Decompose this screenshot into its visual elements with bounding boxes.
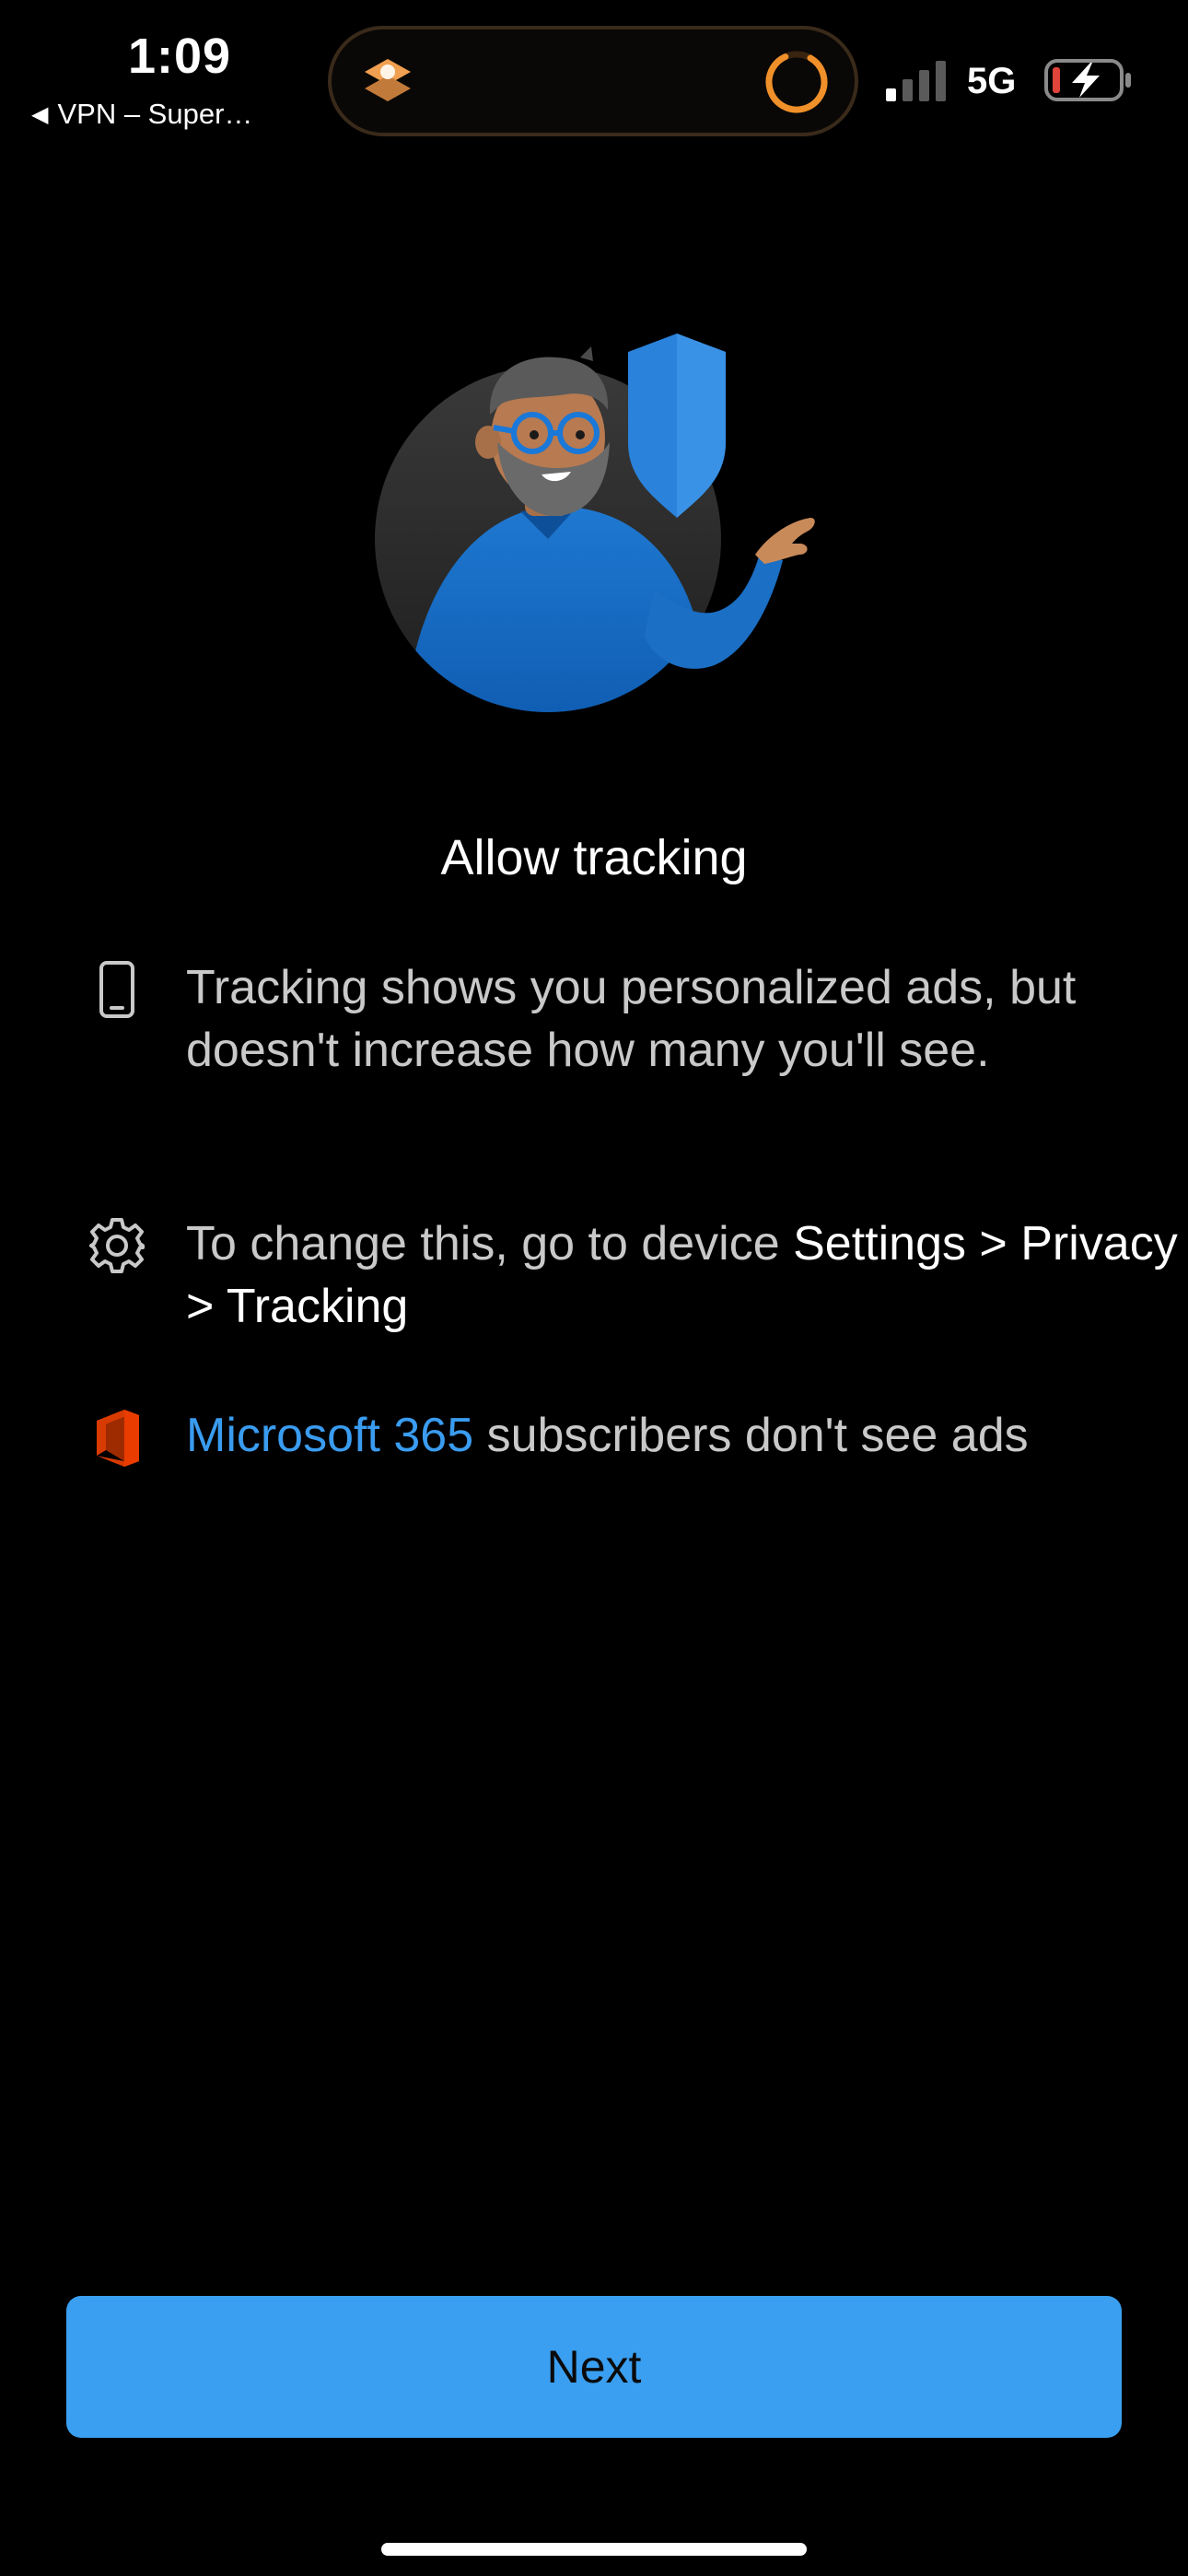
dynamic-island[interactable] xyxy=(328,26,858,136)
cellular-signal-icon xyxy=(886,61,946,101)
next-button[interactable]: Next xyxy=(66,2296,1122,2438)
progress-ring-icon xyxy=(765,51,828,113)
phone-icon xyxy=(99,961,134,1018)
info-text-personalized-ads: Tracking shows you personalized ads, but… xyxy=(186,961,1077,1077)
home-indicator[interactable] xyxy=(381,2543,807,2556)
microsoft-365-link[interactable]: Microsoft 365 xyxy=(186,1409,473,1462)
status-bar: 1:09 ◀ VPN – Super… 5G xyxy=(0,0,1188,147)
privacy-illustration xyxy=(375,334,815,712)
battery-charging-icon xyxy=(1044,59,1131,101)
network-type: 5G xyxy=(967,61,1017,101)
settings-prefix-text: To change this, go to device xyxy=(186,1217,794,1270)
back-arrow-icon: ◀ xyxy=(31,101,49,127)
back-to-app-link[interactable]: ◀ VPN – Super… xyxy=(31,98,252,131)
gear-icon xyxy=(89,1218,145,1273)
office-logo-icon xyxy=(97,1410,139,1467)
info-text-settings: To change this, go to device Settings > … xyxy=(186,1212,1188,1338)
status-time: 1:09 xyxy=(127,29,232,84)
app-activity-icon xyxy=(365,59,411,101)
back-app-label: VPN – Super… xyxy=(57,98,253,130)
info-text-microsoft-365: Microsoft 365 subscribers don't see ads xyxy=(186,1404,1188,1467)
page-title: Allow tracking xyxy=(440,830,748,885)
subscribers-text: subscribers don't see ads xyxy=(473,1409,1029,1462)
